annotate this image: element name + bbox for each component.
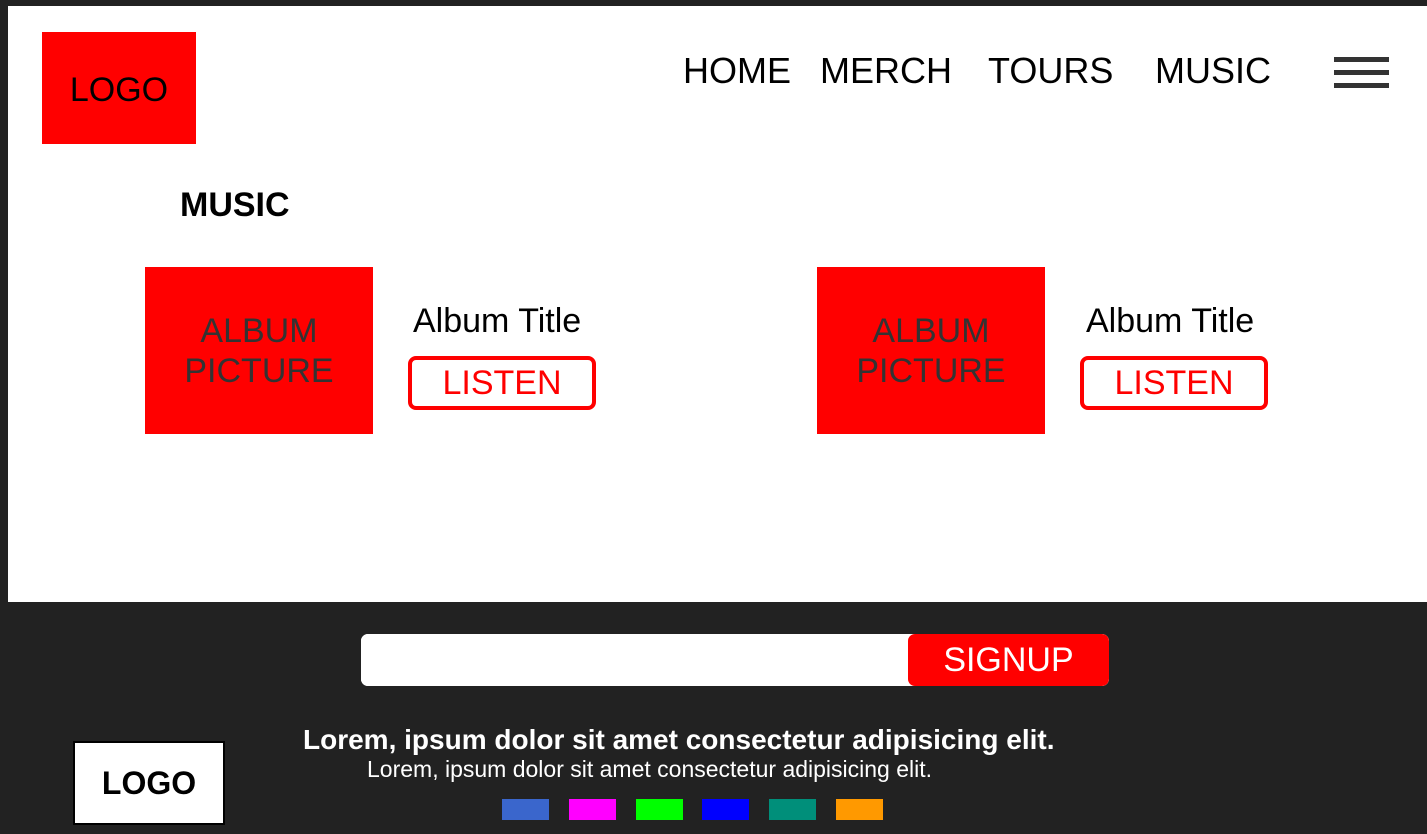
footer-tagline-bold: Lorem, ipsum dolor sit amet consectetur … xyxy=(303,724,1055,755)
signup-button[interactable]: SIGNUP xyxy=(908,634,1109,686)
footer-logo[interactable]: LOGO xyxy=(73,741,225,825)
nav-tours[interactable]: TOURS xyxy=(988,50,1113,92)
header-logo[interactable]: LOGO xyxy=(42,32,196,144)
album-picture[interactable]: ALBUM PICTURE xyxy=(145,267,373,434)
album-title: Album Title xyxy=(1086,302,1255,340)
social-link-icon[interactable] xyxy=(769,799,816,820)
album-title: Album Title xyxy=(413,302,582,340)
signup-email-input[interactable] xyxy=(361,634,908,686)
signup-form: SIGNUP xyxy=(361,634,1109,686)
nav-merch[interactable]: MERCH xyxy=(820,50,952,92)
footer-tagline: Lorem, ipsum dolor sit amet consectetur … xyxy=(367,756,933,782)
social-link-icon[interactable] xyxy=(569,799,616,820)
footer-logo-label: LOGO xyxy=(101,764,197,801)
listen-button-label: LISTEN xyxy=(442,363,562,402)
logo-label: LOGO xyxy=(69,70,169,109)
signup-button-label: SIGNUP xyxy=(943,640,1074,679)
listen-button[interactable]: LISTEN xyxy=(408,356,596,410)
nav-home[interactable]: HOME xyxy=(683,50,791,92)
social-link-icon[interactable] xyxy=(702,799,749,820)
listen-button[interactable]: LISTEN xyxy=(1080,356,1268,410)
listen-button-label: LISTEN xyxy=(1114,363,1234,402)
hamburger-menu-icon[interactable] xyxy=(1334,57,1389,90)
social-link-icon[interactable] xyxy=(636,799,683,820)
album-picture-label: ALBUM xyxy=(872,311,990,350)
nav-music[interactable]: MUSIC xyxy=(1155,50,1271,92)
album-picture-label: PICTURE xyxy=(856,351,1006,390)
album-picture[interactable]: ALBUM PICTURE xyxy=(817,267,1045,434)
album-picture-label: PICTURE xyxy=(184,351,334,390)
album-picture-label: ALBUM xyxy=(200,311,318,350)
social-link-icon[interactable] xyxy=(502,799,549,820)
social-link-icon[interactable] xyxy=(836,799,883,820)
section-heading: MUSIC xyxy=(180,186,290,224)
